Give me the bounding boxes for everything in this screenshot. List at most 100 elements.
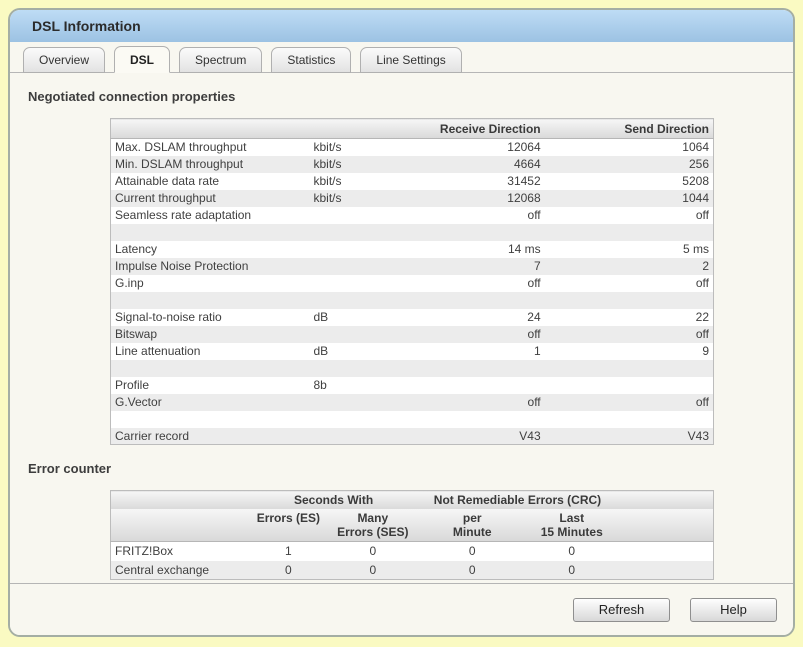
send-value: 9 [545, 343, 714, 360]
send-value: V43 [545, 428, 714, 445]
send-value [545, 377, 714, 394]
table-row: Max. DSLAM throughputkbit/s120641064 [111, 139, 714, 156]
table-row: Line attenuationdB19 [111, 343, 714, 360]
help-button[interactable]: Help [690, 598, 777, 622]
unit-column-header [309, 119, 393, 139]
error-count-value: 0 [249, 561, 327, 580]
table-row: Profile8b [111, 377, 714, 394]
error-count-value: 0 [527, 542, 617, 561]
property-label: Latency [111, 241, 310, 258]
send-value: off [545, 326, 714, 343]
receive-value: 12064 [394, 139, 545, 156]
spacer-cell [309, 292, 393, 309]
spacer-row [111, 224, 714, 241]
property-label: Profile [111, 377, 310, 394]
spacer-cell [394, 224, 545, 241]
button-bar: Refresh Help [10, 583, 793, 635]
table-row: Seamless rate adaptationoffoff [111, 207, 714, 224]
error-table-group-header-row: Seconds With Not Remediable Errors (CRC) [111, 491, 714, 510]
spacer-cell [309, 360, 393, 377]
content-area: Negotiated connection properties Receive… [10, 89, 793, 580]
unit-cell: kbit/s [309, 139, 393, 156]
send-value: 2 [545, 258, 714, 275]
error-label-column-header [111, 491, 250, 510]
window-title-bar: DSL Information [10, 10, 793, 42]
spacer-cell [394, 411, 545, 428]
receive-value: 1 [394, 343, 545, 360]
error-row-label: Central exchange [111, 561, 250, 580]
table-row: Latency14 ms5 ms [111, 241, 714, 258]
errors-es-column-header: Errors (ES) [249, 509, 327, 542]
tab-statistics[interactable]: Statistics [271, 47, 351, 73]
unit-cell [309, 241, 393, 258]
property-label: Carrier record [111, 428, 310, 445]
send-direction-column-header: Send Direction [545, 119, 714, 139]
error-row-label: FRITZ!Box [111, 542, 250, 561]
spacer-cell [111, 292, 310, 309]
spacer-cell [111, 360, 310, 377]
property-column-header [111, 119, 310, 139]
send-value: 1064 [545, 139, 714, 156]
receive-value: V43 [394, 428, 545, 445]
page-title: DSL Information [32, 18, 141, 34]
spacer-cell [545, 411, 714, 428]
spacer-row [111, 292, 714, 309]
spacer-cell [309, 411, 393, 428]
table-row: Central exchange0000 [111, 561, 714, 580]
tab-dsl[interactable]: DSL [114, 46, 170, 73]
unit-cell [309, 428, 393, 445]
unit-cell: kbit/s [309, 173, 393, 190]
receive-value: 14 ms [394, 241, 545, 258]
spacer-cell [617, 561, 714, 580]
spacer-row [111, 360, 714, 377]
receive-value: off [394, 275, 545, 292]
unit-cell: 8b [309, 377, 393, 394]
property-label: G.Vector [111, 394, 310, 411]
property-label: Line attenuation [111, 343, 310, 360]
receive-value [394, 377, 545, 394]
error-count-value: 0 [328, 561, 418, 580]
table-row: Min. DSLAM throughputkbit/s4664256 [111, 156, 714, 173]
tab-spectrum[interactable]: Spectrum [179, 47, 262, 73]
property-label: Bitswap [111, 326, 310, 343]
spacer-cell [617, 542, 714, 561]
error-count-value: 0 [527, 561, 617, 580]
property-label: Signal-to-noise ratio [111, 309, 310, 326]
send-value: 5208 [545, 173, 714, 190]
table-row: Signal-to-noise ratiodB2422 [111, 309, 714, 326]
section-heading-connection-properties: Negotiated connection properties [28, 89, 793, 104]
error-count-value: 0 [418, 542, 527, 561]
connection-properties-table: Receive Direction Send Direction Max. DS… [110, 118, 714, 445]
receive-value: off [394, 394, 545, 411]
property-label: Current throughput [111, 190, 310, 207]
tab-line-settings[interactable]: Line Settings [360, 47, 461, 73]
spacer-cell [545, 224, 714, 241]
seconds-with-group-header: Seconds With [249, 491, 418, 510]
receive-value: 24 [394, 309, 545, 326]
send-value: 22 [545, 309, 714, 326]
error-count-value: 1 [249, 542, 327, 561]
error-count-value: 0 [328, 542, 418, 561]
spacer-cell [111, 411, 310, 428]
property-label: G.inp [111, 275, 310, 292]
tab-overview[interactable]: Overview [23, 47, 105, 73]
many-errors-ses-column-header: Many Errors (SES) [328, 509, 418, 542]
table-row: G.inpoffoff [111, 275, 714, 292]
receive-value: off [394, 326, 545, 343]
table-header-row: Receive Direction Send Direction [111, 119, 714, 139]
unit-cell [309, 275, 393, 292]
dsl-information-window: DSL Information Overview DSL Spectrum Stati… [8, 8, 795, 637]
refresh-button[interactable]: Refresh [573, 598, 670, 622]
table-row: Attainable data ratekbit/s314525208 [111, 173, 714, 190]
crc-errors-group-header: Not Remediable Errors (CRC) [418, 491, 617, 510]
unit-cell [309, 394, 393, 411]
send-value: 256 [545, 156, 714, 173]
unit-cell [309, 326, 393, 343]
send-value: off [545, 394, 714, 411]
property-label: Min. DSLAM throughput [111, 156, 310, 173]
table-row: Current throughputkbit/s120681044 [111, 190, 714, 207]
spacer-cell [111, 224, 310, 241]
spacer-cell [309, 224, 393, 241]
last-15-minutes-column-header: Last 15 Minutes [527, 509, 617, 542]
error-count-value: 0 [418, 561, 527, 580]
